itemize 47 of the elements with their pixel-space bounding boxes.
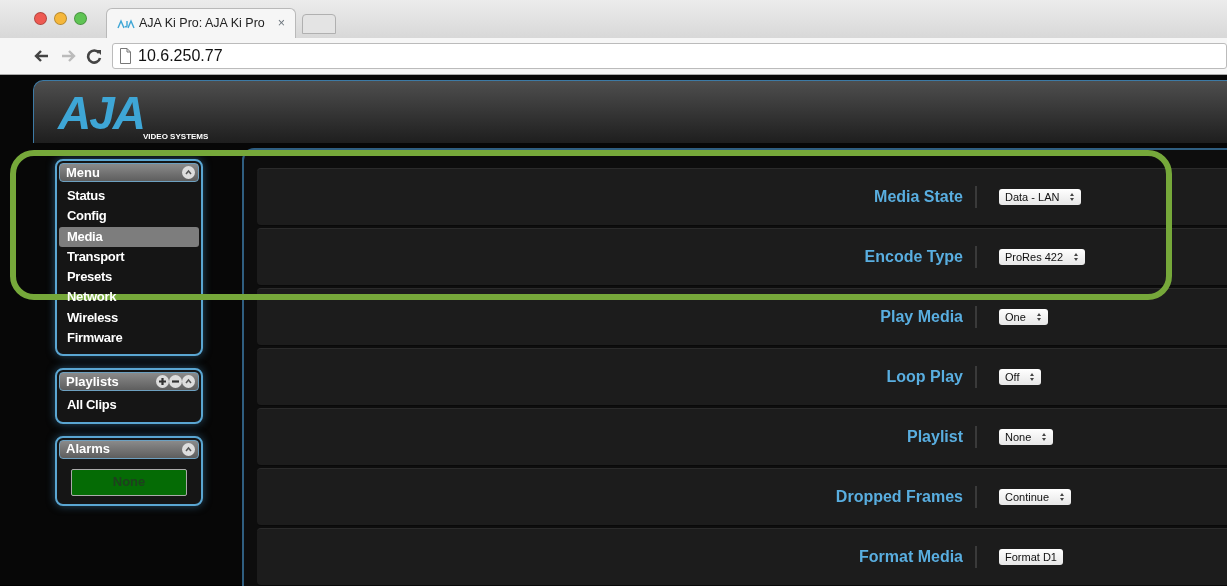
setting-label: Format Media [257,546,977,568]
setting-label: Encode Type [257,246,977,268]
format-button[interactable]: Format D1 [999,549,1063,565]
dropdown[interactable]: ProRes 422 [999,249,1086,265]
dropdown[interactable]: Continue [999,489,1072,505]
sidebar-item[interactable]: Firmware [59,328,199,349]
dropdown[interactable]: One [999,309,1048,325]
collapse-icon[interactable] [182,375,195,389]
dropdown[interactable]: Off [999,369,1042,385]
sidebar-item[interactable]: Wireless [59,307,199,329]
updown-icon [1041,432,1048,442]
panel-header[interactable]: Menu [59,163,199,182]
sidebar-item[interactable]: Media [59,226,199,247]
logo: AJA [58,93,145,133]
sidebar-item[interactable]: Presets [59,267,199,288]
setting-label: Play Media [257,306,977,328]
panel-header[interactable]: Alarms [59,439,199,459]
updown-icon [1073,252,1080,262]
remove-icon[interactable] [169,375,182,389]
setting-label: Playlist [257,426,977,448]
zoom-window-button[interactable] [74,12,87,25]
collapse-icon[interactable] [182,442,195,456]
collapse-icon[interactable] [182,166,195,179]
favicon-icon [117,18,135,29]
dropdown[interactable]: None [999,429,1054,445]
sidebar-item[interactable]: Status [59,186,199,207]
browser-tab[interactable]: AJA Ki Pro: AJA Ki Pro × [106,8,296,38]
setting-label: Loop Play [257,366,977,388]
add-icon[interactable] [156,375,169,389]
page-icon [119,48,132,64]
back-button[interactable] [34,48,50,64]
close-tab-button[interactable]: × [277,14,285,33]
updown-icon [1029,372,1036,382]
sidebar-item[interactable]: Transport [59,246,199,268]
setting-label: Media State [257,186,977,208]
logo-subtitle: VIDEO SYSTEMS [143,131,210,143]
close-window-button[interactable] [34,12,47,25]
address-bar[interactable]: 10.6.250.77 [112,43,1227,69]
setting-label: Dropped Frames [257,486,977,508]
updown-icon [1069,192,1076,202]
updown-icon [1035,312,1042,322]
dropdown[interactable]: Data - LAN [999,189,1082,205]
reload-button[interactable] [86,48,102,64]
panel-header[interactable]: Playlists [59,372,199,392]
sidebar-item[interactable]: All Clips [59,395,199,416]
updown-icon [1059,492,1066,502]
sidebar-item[interactable]: Config [59,206,199,227]
